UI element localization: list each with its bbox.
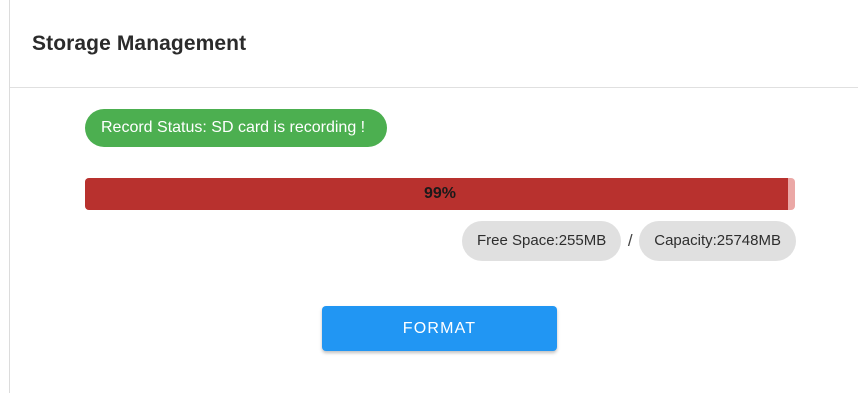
record-status-badge: Record Status: SD card is recording !	[85, 109, 388, 147]
storage-info-chips: Free Space:255MB / Capacity:25748MB	[462, 221, 796, 261]
free-space-chip: Free Space:255MB	[462, 221, 622, 261]
panel-header: Storage Management	[10, 0, 858, 88]
capacity-chip: Capacity:25748MB	[639, 221, 796, 261]
storage-management-panel: Storage Management Record Status: SD car…	[0, 0, 858, 393]
chip-separator: /	[627, 231, 633, 250]
storage-usage-bar: 99%	[85, 178, 795, 210]
page-title: Storage Management	[32, 32, 247, 55]
storage-usage-label: 99%	[423, 185, 457, 202]
format-button[interactable]: FORMAT	[322, 306, 557, 351]
